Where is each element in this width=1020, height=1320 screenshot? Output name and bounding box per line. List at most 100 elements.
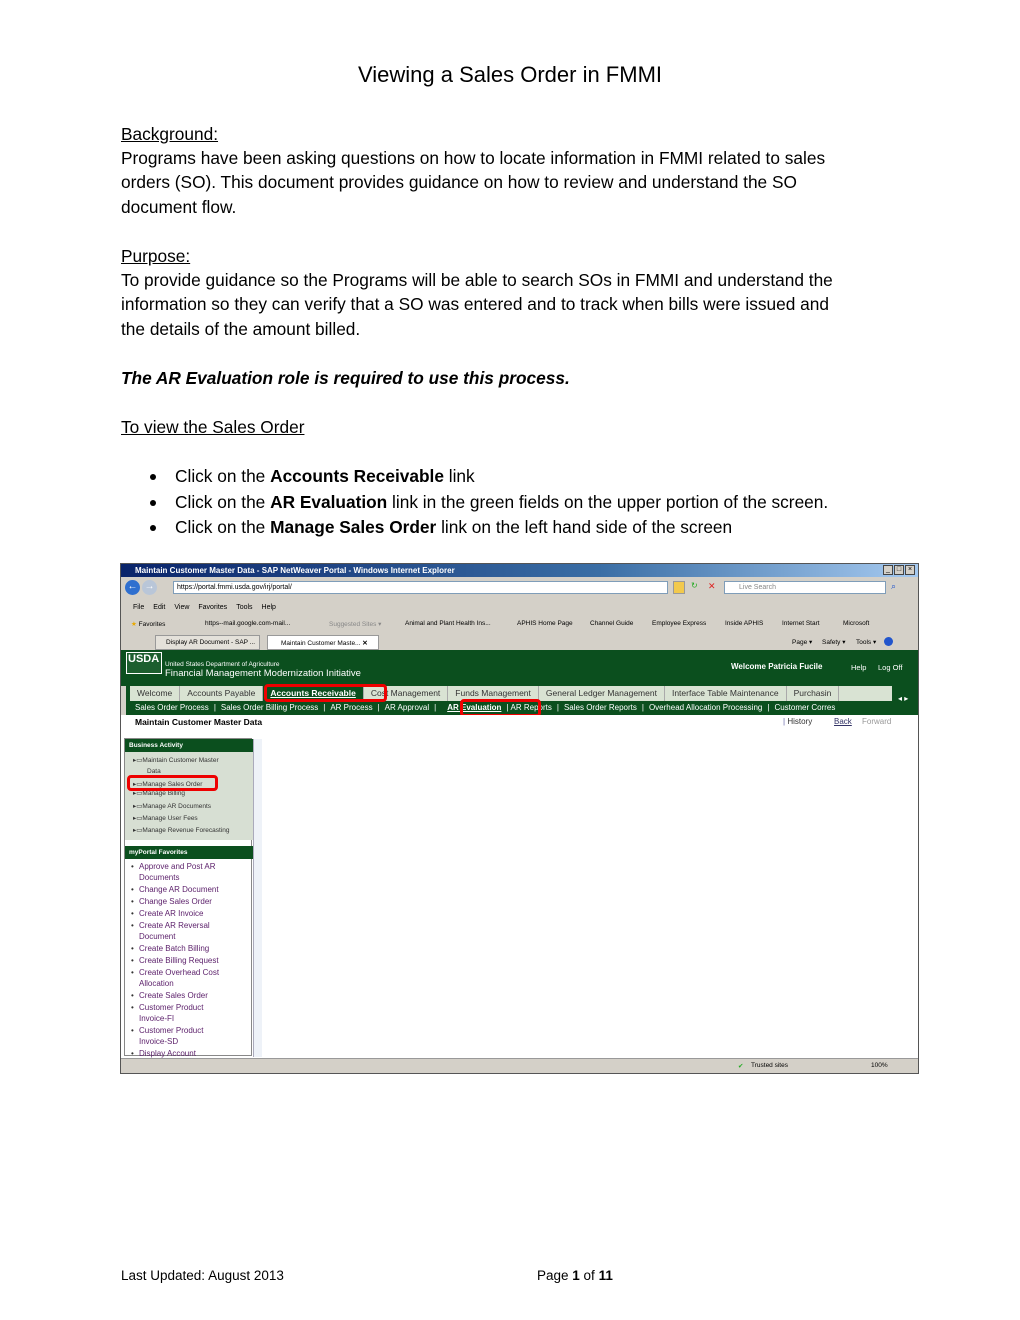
favorite-link[interactable]: Suggested Sites ▾ — [329, 620, 381, 628]
refresh-icon[interactable]: ↻ — [691, 581, 703, 594]
forward-link[interactable]: Forward — [862, 717, 891, 726]
nav-item[interactable]: ▸▭Manage AR Documents — [133, 802, 211, 810]
nav-item[interactable]: ▸▭Manage Revenue Forecasting — [133, 826, 230, 834]
tab-general-ledger[interactable]: General Ledger Management — [539, 686, 665, 701]
favorite-link[interactable]: Channel Guide — [590, 620, 633, 627]
favorite-item[interactable]: Customer ProductInvoice-SD — [131, 1025, 204, 1047]
command-tools[interactable]: Tools ▾ — [856, 638, 876, 646]
help-icon[interactable] — [884, 637, 893, 646]
favorite-link[interactable]: https--mail.google.com-mail... — [205, 620, 290, 627]
subtab[interactable]: Sales Order Process — [135, 703, 209, 712]
menu-view[interactable]: View — [174, 604, 189, 611]
subtab[interactable]: Sales Order Reports — [564, 703, 637, 712]
bullet-text: link in the green fields on the upper po… — [387, 492, 829, 512]
favorite-link[interactable]: APHIS Home Page — [517, 620, 573, 627]
favorite-link[interactable]: Inside APHIS — [725, 620, 763, 627]
tab-accounts-payable[interactable]: Accounts Payable — [180, 686, 264, 701]
bullet-text: Click on the — [175, 466, 271, 486]
address-bar[interactable]: https://portal.fmmi.usda.gov/irj/portal/ — [173, 581, 668, 594]
nav-item[interactable]: ▸▭Manage User Fees — [133, 814, 198, 822]
favorite-item[interactable]: Customer ProductInvoice-FI — [131, 1002, 204, 1024]
menu-help[interactable]: Help — [262, 604, 276, 611]
menu-tools[interactable]: Tools — [236, 604, 252, 611]
favorite-link[interactable]: Internet Start — [782, 620, 820, 627]
panel-scrollbar[interactable] — [253, 739, 262, 1057]
highlight-box — [127, 775, 218, 791]
nav-item-cont[interactable]: Data — [147, 768, 161, 775]
subtab[interactable]: AR Approval — [385, 703, 429, 712]
forward-arrow-icon[interactable]: → — [142, 580, 157, 595]
bullet-text: link — [443, 466, 475, 486]
favorite-item[interactable]: Create Sales Order — [131, 990, 208, 1001]
favorite-link[interactable]: Employee Express — [652, 620, 706, 627]
favorites-button[interactable]: ★ Favorites — [131, 620, 165, 628]
menu-bar: File Edit View Favorites Tools Help — [133, 602, 285, 611]
favorites-panel-header: myPortal Favorites — [125, 846, 253, 859]
bullet-bold: Manage Sales Order — [270, 517, 437, 537]
close-icon[interactable]: × — [905, 565, 915, 575]
tab-welcome[interactable]: Welcome — [130, 686, 181, 701]
nav-item[interactable]: ▸▭Maintain Customer Master — [133, 756, 219, 764]
window-title: Maintain Customer Master Data - SAP NetW… — [121, 564, 918, 577]
close-tab-icon[interactable]: ✕ — [362, 640, 367, 647]
usda-logo: USDA — [126, 652, 162, 674]
favorite-item[interactable]: Create AR ReversalDocument — [131, 920, 210, 942]
menu-file[interactable]: File — [133, 604, 144, 611]
page-title: Maintain Customer Master Data — [135, 717, 263, 727]
zoom-level[interactable]: 100% — [871, 1062, 888, 1069]
lock-icon[interactable] — [673, 581, 685, 594]
background-heading: Background: — [121, 124, 219, 144]
background-text-line: Programs have been asking questions on h… — [121, 148, 826, 168]
highlight-box — [264, 684, 387, 702]
security-zone: Trusted sites — [751, 1062, 788, 1069]
history-link[interactable]: | History — [783, 717, 812, 726]
purpose-text-line: To provide guidance so the Programs will… — [121, 270, 833, 290]
log-off-link[interactable]: Log Off — [878, 663, 902, 672]
favorite-item[interactable]: Change AR Document — [131, 884, 219, 895]
favorite-link[interactable]: Microsoft — [843, 620, 869, 627]
stop-icon[interactable]: ✕ — [708, 581, 720, 594]
search-input[interactable]: Live Search — [724, 581, 886, 594]
favorite-link[interactable]: Animal and Plant Health Ins... — [405, 620, 491, 627]
subtab[interactable]: AR Process — [330, 703, 372, 712]
back-link[interactable]: Back — [834, 717, 852, 726]
favorite-item[interactable]: Create AR Invoice — [131, 908, 204, 919]
browser-tab-active[interactable]: Maintain Customer Maste... ✕ — [267, 635, 379, 650]
back-arrow-icon[interactable]: ← — [125, 580, 140, 595]
favorite-item[interactable]: Create Billing Request — [131, 955, 219, 966]
embedded-screenshot: Maintain Customer Master Data - SAP NetW… — [120, 563, 919, 1074]
search-icon[interactable]: ⌕ — [891, 581, 896, 592]
purpose-text-line: the details of the amount billed. — [121, 319, 361, 339]
subtab[interactable]: Customer Corres — [774, 703, 835, 712]
purpose-text-line: information so they can verify that a SO… — [121, 294, 829, 314]
favorite-item[interactable]: Approve and Post ARDocuments — [131, 861, 215, 883]
background-text-line: orders (SO). This document provides guid… — [121, 172, 797, 192]
tab-scroll-arrows-icon[interactable]: ◂ ▸ — [892, 686, 918, 715]
favorite-item[interactable]: Change Sales Order — [131, 896, 212, 907]
menu-edit[interactable]: Edit — [153, 604, 165, 611]
portal-header: USDA United States Department of Agricul… — [121, 650, 918, 686]
help-link[interactable]: Help — [851, 663, 866, 672]
tab-interface-table[interactable]: Interface Table Maintenance — [665, 686, 787, 701]
minimize-icon[interactable]: _ — [883, 565, 893, 575]
subtab[interactable]: Sales Order Billing Process — [221, 703, 318, 712]
status-bar: ✔ Trusted sites 100% — [121, 1058, 918, 1073]
bullet-text: Click on the — [175, 517, 271, 537]
section-heading: To view the Sales Order — [121, 417, 305, 437]
favorite-item[interactable]: Create Overhead CostAllocation — [131, 967, 219, 989]
check-icon: ✔ — [738, 1063, 744, 1070]
subtab[interactable]: Overhead Allocation Processing — [649, 703, 762, 712]
favorite-item[interactable]: Create Batch Billing — [131, 943, 209, 954]
maximize-icon[interactable]: □ — [894, 565, 904, 575]
bullet-bold: Accounts Receivable — [270, 466, 444, 486]
business-activity-list: ▸▭Maintain Customer Master Data ▸▭Manage… — [125, 752, 253, 840]
org-name: United States Department of Agriculture — [165, 661, 280, 668]
command-page[interactable]: Page ▾ — [792, 638, 812, 646]
tab-purchasing[interactable]: Purchasin — [787, 686, 840, 701]
command-safety[interactable]: Safety ▾ — [822, 638, 846, 646]
menu-favorites[interactable]: Favorites — [198, 604, 227, 611]
browser-tab[interactable]: Display AR Document - SAP ... — [155, 635, 260, 650]
welcome-text: Welcome Patricia Fucile — [731, 662, 823, 671]
purpose-heading: Purpose: — [121, 246, 191, 266]
document-title: Viewing a Sales Order in FMMI — [357, 62, 663, 87]
